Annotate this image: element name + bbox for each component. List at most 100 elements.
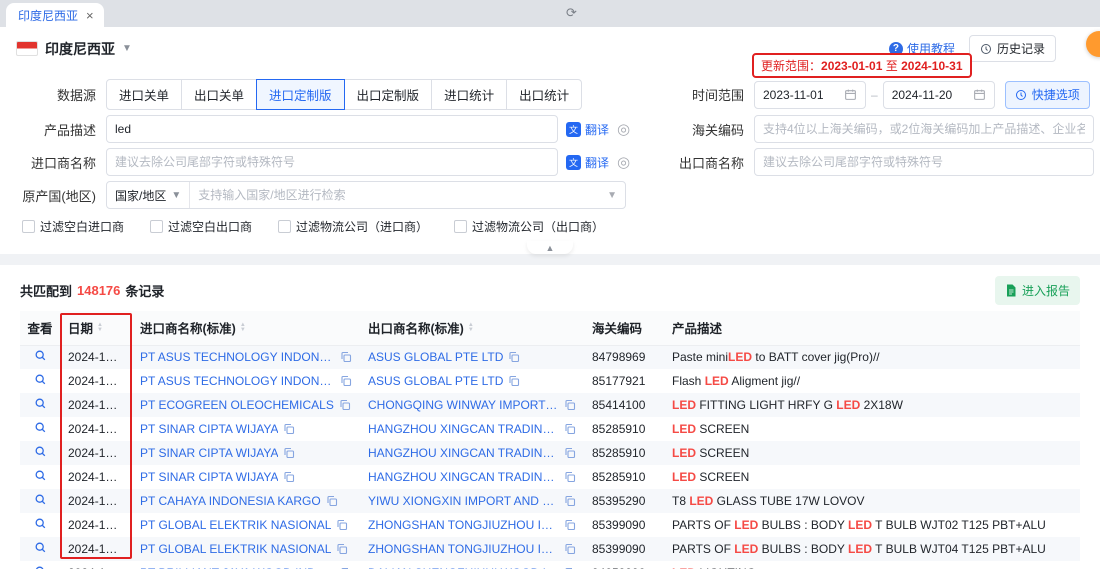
- view-detail-icon[interactable]: [34, 421, 47, 434]
- translate-button[interactable]: 文 翻译: [566, 121, 609, 138]
- copy-icon[interactable]: [564, 423, 576, 435]
- copy-icon[interactable]: [508, 351, 520, 363]
- page-tab[interactable]: 印度尼西亚 ×: [6, 3, 104, 27]
- importer-link[interactable]: PT CAHAYA INDONESIA KARGO: [140, 494, 321, 508]
- importer-link[interactable]: PT ASUS TECHNOLOGY INDONESIA BA...: [140, 374, 335, 388]
- copy-icon[interactable]: [283, 423, 295, 435]
- col-date[interactable]: 日期▲▼: [60, 311, 132, 345]
- exporter-link[interactable]: ASUS GLOBAL PTE LTD: [368, 350, 503, 364]
- tab-export-stats[interactable]: 出口统计: [506, 79, 582, 110]
- view-detail-icon[interactable]: [34, 517, 47, 530]
- chevron-down-icon[interactable]: ▼: [122, 43, 132, 54]
- copy-icon[interactable]: [508, 375, 520, 387]
- date-from-input[interactable]: 2023-11-01: [754, 81, 866, 109]
- importer-link[interactable]: PT ASUS TECHNOLOGY INDONESIA BA...: [140, 350, 335, 364]
- quick-options-button[interactable]: 快捷选项: [1005, 81, 1090, 109]
- product-desc-input[interactable]: [106, 115, 558, 143]
- importer-link[interactable]: PT SINAR CIPTA WIJAYA: [140, 470, 278, 484]
- origin-country-input[interactable]: [190, 182, 607, 208]
- sort-icon[interactable]: ▲▼: [97, 323, 103, 333]
- view-detail-icon[interactable]: [34, 493, 47, 506]
- product-desc-label: 产品描述: [16, 120, 96, 139]
- tab-import-declaration[interactable]: 进口关单: [106, 79, 182, 110]
- view-detail-icon[interactable]: [34, 541, 47, 554]
- tab-close-icon[interactable]: ×: [86, 8, 94, 23]
- copy-icon[interactable]: [564, 447, 576, 459]
- translate-button[interactable]: 文 翻译: [566, 154, 609, 171]
- view-detail-icon[interactable]: [34, 349, 47, 362]
- copy-icon[interactable]: [564, 543, 576, 555]
- chevron-down-icon[interactable]: ▼: [607, 190, 625, 201]
- copy-icon[interactable]: [564, 519, 576, 531]
- exact-match-toggle-icon[interactable]: ◎: [617, 122, 630, 137]
- view-detail-icon[interactable]: [34, 469, 47, 482]
- translate-icon: 文: [566, 122, 581, 137]
- table-row: 2024-10-31 PT SINAR CIPTA WIJAYA HANGZHO…: [20, 465, 1080, 489]
- exporter-link[interactable]: ZHONGSHAN TONGJIUZHOU INTERNA...: [368, 542, 559, 556]
- browser-tab-bar: 印度尼西亚 × ⟳: [0, 0, 1100, 27]
- col-importer[interactable]: 进口商名称(标准)▲▼: [132, 311, 360, 345]
- datasource-tabs: 进口关单 出口关单 进口定制版 出口定制版 进口统计 出口统计: [106, 79, 582, 110]
- collapse-filters-button[interactable]: ▲: [527, 241, 573, 254]
- view-detail-icon[interactable]: [34, 445, 47, 458]
- exporter-link[interactable]: YIWU XIONGXIN IMPORT AND EXPORT...: [368, 494, 559, 508]
- calendar-icon: [973, 88, 986, 101]
- history-button[interactable]: 历史记录: [969, 35, 1056, 62]
- view-detail-icon[interactable]: [34, 373, 47, 386]
- view-detail-icon[interactable]: [34, 565, 47, 569]
- tab-import-custom[interactable]: 进口定制版: [256, 79, 345, 110]
- copy-icon[interactable]: [564, 495, 576, 507]
- tab-import-stats[interactable]: 进口统计: [431, 79, 507, 110]
- product-desc-cell: LED FITTING LIGHT HRFY G LED 2X18W: [664, 393, 1080, 417]
- col-exporter[interactable]: 出口商名称(标准)▲▼: [360, 311, 584, 345]
- exporter-link[interactable]: HANGZHOU XINGCAN TRADING CO LTD: [368, 470, 559, 484]
- copy-icon[interactable]: [564, 399, 576, 411]
- importer-link[interactable]: PT ECOGREEN OLEOCHEMICALS: [140, 398, 334, 412]
- copy-icon[interactable]: [283, 447, 295, 459]
- exact-match-toggle-icon[interactable]: ◎: [617, 155, 630, 170]
- copy-icon[interactable]: [283, 471, 295, 483]
- refresh-icon[interactable]: ⟳: [566, 5, 577, 21]
- row-date: 2024-10-31: [60, 489, 132, 513]
- enter-report-button[interactable]: 进入报告: [995, 276, 1080, 305]
- copy-icon[interactable]: [336, 519, 348, 531]
- origin-country-select[interactable]: 国家/地区 ▼: [107, 182, 190, 208]
- importer-input[interactable]: [106, 148, 558, 176]
- importer-link[interactable]: PT GLOBAL ELEKTRIK NASIONAL: [140, 518, 331, 532]
- filter-checkboxes: 过滤空白进口商 过滤空白出口商 过滤物流公司（进口商） 过滤物流公司（出口商）: [16, 214, 1094, 237]
- exporter-link[interactable]: ZHONGSHAN TONGJIUZHOU INTERNA...: [368, 518, 559, 532]
- checkbox-icon: [454, 220, 467, 233]
- hs-code-input[interactable]: [754, 115, 1094, 143]
- hs-code-label: 海关编码: [664, 120, 744, 139]
- importer-link[interactable]: PT SINAR CIPTA WIJAYA: [140, 422, 278, 436]
- checkbox-logistics-exporter[interactable]: 过滤物流公司（出口商）: [454, 218, 604, 235]
- origin-country-label: 原产国(地区): [16, 186, 96, 205]
- exporter-link[interactable]: HANGZHOU XINGCAN TRADING CO LTD: [368, 446, 559, 460]
- exporter-link[interactable]: HANGZHOU XINGCAN TRADING CO LTD: [368, 422, 559, 436]
- product-desc-cell: LED LIGHTING: [664, 561, 1080, 569]
- importer-link[interactable]: PT GLOBAL ELEKTRIK NASIONAL: [140, 542, 331, 556]
- checkbox-blank-importer[interactable]: 过滤空白进口商: [22, 218, 124, 235]
- date-to-input[interactable]: 2024-11-20: [883, 81, 995, 109]
- copy-icon[interactable]: [336, 543, 348, 555]
- row-date: 2024-10-31: [60, 537, 132, 561]
- hs-code-cell: 85285910: [584, 465, 664, 489]
- results-table: 查看 日期▲▼ 进口商名称(标准)▲▼ 出口商名称(标准)▲▼ 海关编码 产品描…: [20, 311, 1080, 569]
- copy-icon[interactable]: [339, 399, 351, 411]
- exporter-link[interactable]: CHONGQING WINWAY IMPORT AND E...: [368, 398, 559, 412]
- copy-icon[interactable]: [340, 375, 352, 387]
- exporter-input[interactable]: [754, 148, 1094, 176]
- sort-icon[interactable]: ▲▼: [468, 323, 474, 333]
- view-detail-icon[interactable]: [34, 397, 47, 410]
- sort-icon[interactable]: ▲▼: [240, 323, 246, 333]
- importer-link[interactable]: PT SINAR CIPTA WIJAYA: [140, 446, 278, 460]
- exporter-link[interactable]: ASUS GLOBAL PTE LTD: [368, 374, 503, 388]
- copy-icon[interactable]: [326, 495, 338, 507]
- tab-export-declaration[interactable]: 出口关单: [181, 79, 257, 110]
- copy-icon[interactable]: [564, 471, 576, 483]
- copy-icon[interactable]: [340, 351, 352, 363]
- tab-export-custom[interactable]: 出口定制版: [344, 79, 433, 110]
- results-summary: 共匹配到 148176 条记录 进入报告: [20, 275, 1080, 305]
- checkbox-blank-exporter[interactable]: 过滤空白出口商: [150, 218, 252, 235]
- checkbox-logistics-importer[interactable]: 过滤物流公司（进口商）: [278, 218, 428, 235]
